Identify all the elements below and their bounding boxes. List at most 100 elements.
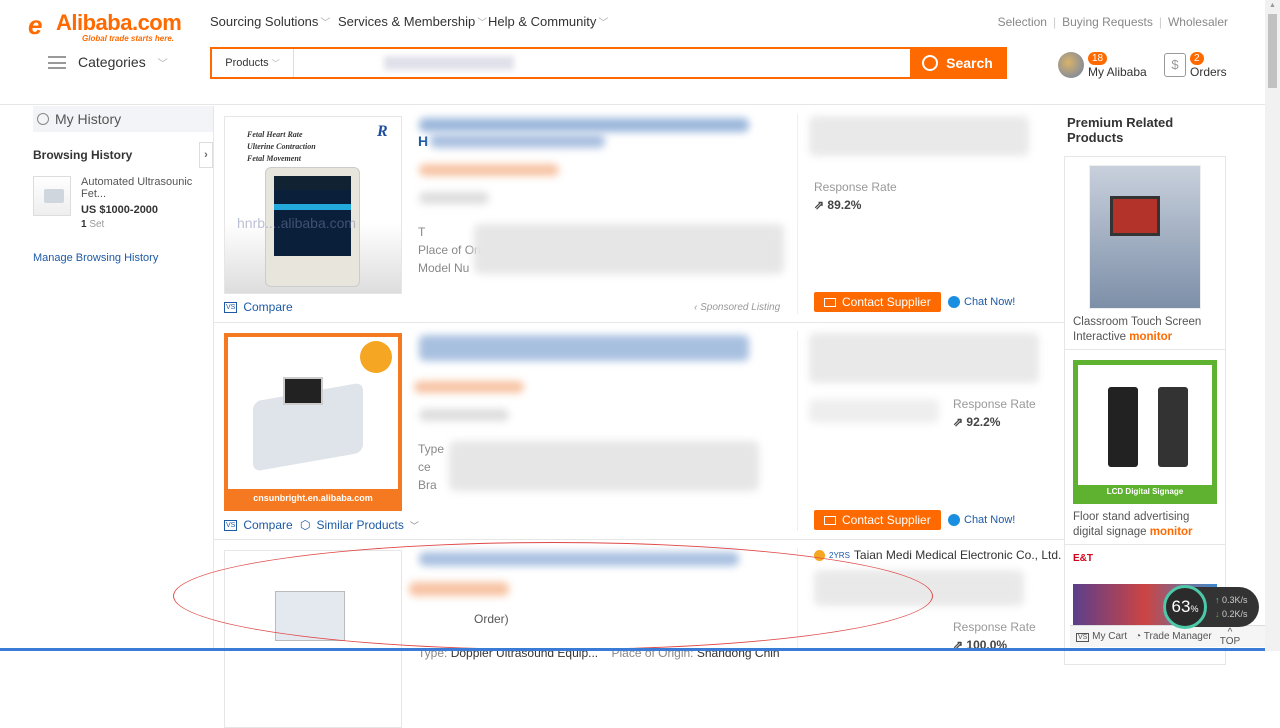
spec-type: Type xyxy=(418,442,445,456)
history-item[interactable]: Automated Ultrasounic Fet... US $1000-20… xyxy=(33,176,213,230)
annotation-ellipse xyxy=(173,542,933,650)
chevron-down-icon: ﹀ xyxy=(598,18,609,29)
product-image[interactable]: Fetal Heart Rate Ulterine Contraction Feta… xyxy=(224,116,402,294)
chevron-down-icon: ﹀ xyxy=(157,58,168,70)
categories-menu[interactable]: Categories ﹀ xyxy=(48,54,168,70)
memory-gauge: 63% xyxy=(1163,585,1207,629)
result-row: cnsunbright.en.alibaba.com Type ce Bra R… xyxy=(214,323,1065,540)
response-rate-value: 92.2% xyxy=(966,415,1001,429)
cart-icon: VS xyxy=(1076,633,1090,642)
search-icon xyxy=(922,55,939,71)
contact-supplier-button[interactable]: Contact Supplier xyxy=(814,292,941,312)
history-item-thumbnail xyxy=(33,176,71,216)
orders-count-badge: 2 xyxy=(1190,52,1204,65)
premium-product-image xyxy=(1089,165,1201,309)
chat-now-button[interactable]: Chat Now! xyxy=(948,296,1015,308)
sponsored-listing[interactable]: ‹ Sponsored Listing xyxy=(694,302,780,313)
avatar xyxy=(1058,51,1084,78)
premium-related-products: Premium Related Products Classroom Touch… xyxy=(1064,106,1228,665)
product-title[interactable]: H xyxy=(418,133,428,149)
spec-type: T xyxy=(418,225,426,239)
orders[interactable]: $ 2 Orders xyxy=(1164,50,1227,79)
link-buying-requests[interactable]: Buying Requests xyxy=(1062,15,1153,29)
trade-manager-button[interactable]: ◔ Trade Manager xyxy=(1135,631,1212,642)
alibaba-logo[interactable]: e Alibaba.com Global trade starts here. xyxy=(28,10,188,43)
contact-supplier-button[interactable]: Contact Supplier xyxy=(814,510,941,530)
contact-label: Contact Supplier xyxy=(842,295,931,309)
redacted-query xyxy=(384,56,514,70)
nav-sourcing-solutions[interactable]: Sourcing Solutions ﹀ xyxy=(210,14,330,29)
premium-product-card[interactable]: Classroom Touch Screen Interactive monit… xyxy=(1064,156,1226,350)
logo-mark-icon: e xyxy=(28,10,43,40)
scrollbar[interactable]: ▲ xyxy=(1265,0,1280,651)
product-image[interactable]: cnsunbright.en.alibaba.com xyxy=(224,333,402,511)
history-item-unit: Set xyxy=(89,219,105,230)
spec-certification: ce xyxy=(418,460,431,474)
top-label: TOP xyxy=(1219,635,1241,647)
history-item-qty: 1 xyxy=(80,219,87,230)
envelope-icon xyxy=(824,515,836,525)
nav-help-community[interactable]: Help & Community ﹀ xyxy=(488,14,608,29)
response-rate: Response Rate ⇗ 92.2% xyxy=(953,397,1036,429)
scope-label: Products xyxy=(225,57,269,69)
chevron-down-icon: ﹀ xyxy=(320,18,331,29)
brand-logo: R xyxy=(377,123,388,140)
premium-keyword: monitor xyxy=(1149,526,1193,538)
premium-keyword: monitor xyxy=(1129,331,1173,343)
similar-products-button[interactable]: ⬡ Similar Products ﹀ xyxy=(300,518,419,532)
chat-now-button[interactable]: Chat Now! xyxy=(948,514,1015,526)
nav-label: Services & Membership xyxy=(338,14,476,29)
supplier-name[interactable]: 2YRS Taian Medi Medical Electronic Co., L… xyxy=(814,548,1061,562)
my-alibaba-label: My Alibaba xyxy=(1088,65,1147,79)
cube-icon: ⬡ xyxy=(300,518,311,532)
chat-label: Chat Now! xyxy=(964,296,1016,308)
premium-title: Premium Related Products xyxy=(1067,115,1174,145)
nav-label: Help & Community xyxy=(488,14,597,29)
header-divider xyxy=(0,104,1265,105)
cart-label: My Cart xyxy=(1092,631,1128,642)
compare-label: Compare xyxy=(243,518,293,532)
back-to-top-button[interactable]: ^ TOP xyxy=(1219,627,1241,647)
brand-mark: E&T xyxy=(1073,553,1093,564)
premium-product-card[interactable]: LCD Digital Signage Floor stand advertis… xyxy=(1064,350,1226,545)
my-history-panel: My History Browsing History › Automated U… xyxy=(33,106,213,264)
spec-brand: Bra xyxy=(418,478,437,492)
network-monitor-widget[interactable]: 63% ↑ 0.3K/s ↓ 0.2K/s xyxy=(1163,585,1259,629)
logo-tagline: Global trade starts here. xyxy=(82,34,175,43)
scroll-up-icon: ▲ xyxy=(1269,2,1276,9)
trade-manager-label: Trade Manager xyxy=(1143,631,1212,642)
response-rate-label: Response Rate xyxy=(953,397,1036,411)
spec-model-number: Model Nu xyxy=(418,261,470,275)
image-watermark: cnsunbright.en.alibaba.com xyxy=(228,489,398,507)
response-rate-label: Response Rate xyxy=(814,180,897,194)
manage-browsing-history-link[interactable]: Manage Browsing History xyxy=(33,252,213,264)
orders-label: Orders xyxy=(1190,65,1227,79)
search-scope-select[interactable]: Products ﹀ xyxy=(212,49,294,77)
scrollbar-thumb[interactable] xyxy=(1268,14,1277,88)
premium-banner: LCD Digital Signage xyxy=(1078,485,1212,499)
chevron-down-icon: ﹀ xyxy=(477,18,488,29)
chevron-right-icon[interactable]: › xyxy=(199,142,213,168)
top-links: Selection | Buying Requests | Wholesaler xyxy=(997,15,1228,29)
link-selection[interactable]: Selection xyxy=(998,15,1047,29)
compare-button[interactable]: VS Compare xyxy=(224,518,293,532)
upload-speed: ↑ 0.3K/s xyxy=(1215,595,1248,605)
history-item-title: Automated Ultrasounic Fet... xyxy=(80,176,193,200)
menu-icon xyxy=(48,55,66,69)
compare-icon: VS xyxy=(224,301,238,313)
my-cart-button[interactable]: VS My Cart xyxy=(1076,631,1127,642)
contact-label: Contact Supplier xyxy=(842,513,931,527)
browsing-history-title: Browsing History xyxy=(33,148,133,162)
my-alibaba[interactable]: 18 My Alibaba xyxy=(1058,50,1147,79)
floating-toolbar: VS My Cart ◔ Trade Manager ^ TOP xyxy=(1070,625,1265,647)
compare-button[interactable]: VS Compare xyxy=(224,300,293,314)
response-rate: Response Rate ⇗ 89.2% xyxy=(814,180,897,212)
nav-services-membership[interactable]: Services & Membership ﹀ xyxy=(338,14,487,29)
orders-bag-icon: $ xyxy=(1164,52,1186,77)
search-button[interactable]: Search xyxy=(910,49,1005,77)
message-count-badge: 18 xyxy=(1088,52,1108,65)
my-history-header: My History xyxy=(33,106,213,132)
gauge-percent: 63 xyxy=(1171,597,1191,616)
search-button-label: Search xyxy=(946,55,993,71)
link-wholesaler[interactable]: Wholesaler xyxy=(1168,15,1228,29)
